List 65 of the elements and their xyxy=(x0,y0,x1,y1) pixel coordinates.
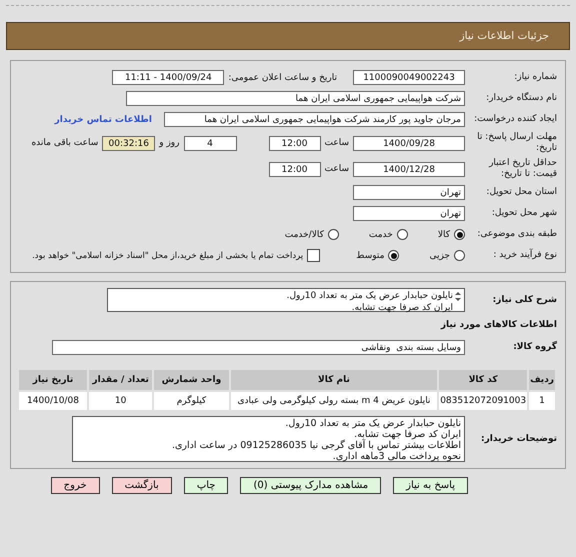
field-label: طبقه بندی موضوعی: xyxy=(476,229,557,240)
action-button[interactable]: خروج xyxy=(50,477,100,494)
countdown-field[interactable]: 00:32:16 xyxy=(102,136,156,150)
radio-button[interactable] xyxy=(454,229,465,240)
input-field[interactable]: 1400/09/28 xyxy=(353,136,465,150)
field-label: روز و xyxy=(159,138,180,148)
action-button[interactable]: بازگشت xyxy=(112,477,172,494)
radio-button[interactable] xyxy=(396,229,408,240)
column-header: کد کالا xyxy=(439,370,528,390)
table-cell: 10 xyxy=(88,392,152,410)
page-title-bar: جزئیات اطلاعات نیاز xyxy=(6,22,570,50)
action-button[interactable]: چاپ xyxy=(184,477,228,494)
input-field[interactable]: شرکت هواپیمایی جمهوری اسلامی ایران هما xyxy=(126,91,465,106)
checkbox[interactable] xyxy=(307,249,320,262)
input-field[interactable]: مرجان جاوید پور کارمند شرکت هواپیمایی جمهوری اسلامی ایران هما xyxy=(164,112,465,127)
radio-label: جزیی xyxy=(429,250,450,260)
section-heading: اطلاعات کالاهای مورد نیاز xyxy=(440,320,557,330)
field-label: شرح کلی نیاز: xyxy=(492,295,557,306)
column-header: تعداد / مقدار xyxy=(88,370,152,390)
table-cell: 1400/10/08 xyxy=(19,392,87,410)
radio-label: کالا xyxy=(438,230,450,240)
input-field[interactable]: تهران xyxy=(353,206,465,221)
input-field[interactable]: 1400/12/28 xyxy=(353,162,465,176)
column-header: واحد شمارش xyxy=(154,370,229,390)
field-label: شماره نیاز: xyxy=(513,72,557,83)
scroll-arrows-icon[interactable] xyxy=(455,292,461,301)
payment-note: پرداخت تمام یا بخشی از مبلغ خرید،از محل "اسناد خزانه اسلامی" خواهد بود. xyxy=(32,250,304,260)
action-button[interactable]: مشاهده مدارک پیوستی (0) xyxy=(240,477,382,494)
input-field[interactable]: 12:00 xyxy=(268,162,320,176)
field-label: ساعت باقی مانده xyxy=(31,138,98,148)
action-button[interactable]: پاسخ به نیاز xyxy=(393,477,468,494)
notes-box: نایلون حبابدار عرض یک متر به تعداد 10رول. ایران کد صرفا جهت تشابه. اطلاعات بیشتر تماس با آقای گرجی نیا 09125286035 در ساعت اداری. نحوه پرداخت مالی 3ماهه اداری. xyxy=(72,416,465,462)
input-field[interactable]: 1100090049002243 xyxy=(353,70,465,85)
table-cell: 083512072091003 xyxy=(439,392,528,410)
column-header: تاریخ نیاز xyxy=(19,370,87,390)
field-label: استان محل تحویل: xyxy=(485,187,557,198)
contact-link[interactable]: اطلاعات تماس خریدار xyxy=(54,114,152,124)
column-header: نام کالا xyxy=(230,370,438,390)
field-label: ایجاد کننده درخواست: xyxy=(473,114,557,125)
radio-button[interactable] xyxy=(328,229,339,240)
input-field[interactable]: وسایل بسته بندی ونقاشی xyxy=(52,340,465,354)
field-label: گروه کالا: xyxy=(512,342,557,352)
field-label: ساعت xyxy=(324,164,349,174)
input-field[interactable]: 4 xyxy=(184,136,236,150)
field-label: نام دستگاه خریدار: xyxy=(485,93,557,104)
field-label: تاریخ و ساعت اعلان عمومی: xyxy=(228,72,337,82)
field-label: ساعت xyxy=(324,138,349,148)
table-cell: نایلون عریض 4 m بسته رولی کیلوگرمی ولی عبادی xyxy=(230,392,438,410)
column-header: ردیف xyxy=(529,370,555,390)
table-cell: کیلوگرم xyxy=(154,392,229,410)
table-cell: 1 xyxy=(529,392,555,410)
description-box[interactable]: نایلون حبابدار عرض یک متر به تعداد 10رول. ایران کد صرفا جهت تشابه. xyxy=(107,288,465,312)
radio-label: متوسط xyxy=(356,250,384,260)
radio-label: خدمت xyxy=(368,230,393,240)
field-label: شهر محل تحویل: xyxy=(490,208,557,219)
radio-label: کالا/خدمت xyxy=(284,230,324,240)
input-field[interactable]: تهران xyxy=(353,185,465,200)
input-field[interactable]: 12:00 xyxy=(268,136,320,150)
input-field[interactable]: 1400/09/24 - 11:11 xyxy=(112,70,224,85)
field-label: توضیحات خریدار: xyxy=(480,434,557,444)
radio-button[interactable] xyxy=(454,250,465,261)
field-label: مهلت ارسال پاسخ: تا تاریخ: xyxy=(476,132,557,154)
field-label: نوع فرآیند خرید : xyxy=(492,250,557,261)
field-label: حداقل تاریخ اعتبار قیمت: تا تاریخ: xyxy=(488,158,557,180)
radio-button[interactable] xyxy=(388,250,400,261)
